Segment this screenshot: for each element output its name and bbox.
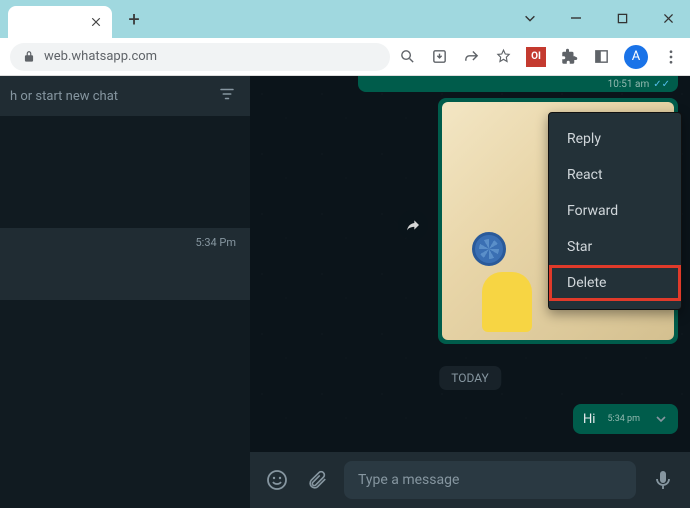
cartoon-illustration — [472, 232, 552, 332]
attach-icon[interactable] — [304, 467, 330, 493]
message-bubble-prev[interactable]: 10:51 am ✓✓ — [358, 76, 678, 92]
message-time: 5:34 pm — [607, 414, 640, 424]
message-input[interactable]: Type a message — [344, 461, 636, 499]
emoji-icon[interactable] — [264, 467, 290, 493]
extension-badge[interactable]: OI — [526, 47, 546, 67]
search-icon[interactable] — [398, 48, 416, 66]
ctx-delete[interactable]: Delete — [549, 265, 681, 301]
chevron-down-icon[interactable] — [652, 410, 670, 428]
chat-item-time: 5:34 Pm — [195, 236, 236, 249]
ctx-reply[interactable]: Reply — [549, 121, 681, 157]
close-window-button[interactable] — [654, 4, 682, 32]
extensions-icon[interactable] — [560, 48, 578, 66]
ctx-forward[interactable]: Forward — [549, 193, 681, 229]
close-icon[interactable] — [88, 14, 104, 30]
reader-icon[interactable] — [592, 48, 610, 66]
ctx-react[interactable]: React — [549, 157, 681, 193]
message-context-menu: Reply React Forward Star Delete — [548, 112, 682, 310]
kebab-menu-icon[interactable] — [662, 48, 680, 66]
browser-toolbar: web.whatsapp.com OI A — [0, 38, 690, 76]
chat-scroll[interactable]: 10:51 am ✓✓ TODAY Hi 5:34 pm — [250, 76, 690, 452]
window-controls — [516, 4, 682, 32]
browser-tab[interactable] — [8, 6, 112, 38]
chat-list-item[interactable]: 5:34 Pm — [0, 228, 250, 300]
browser-tab-strip: + — [0, 0, 690, 38]
profile-avatar[interactable]: A — [624, 45, 648, 69]
address-bar[interactable]: web.whatsapp.com — [10, 43, 390, 71]
forward-icon[interactable] — [398, 210, 428, 240]
search-input[interactable]: h or start new chat — [10, 89, 218, 104]
lock-icon — [22, 50, 36, 64]
message-time: 10:51 am — [608, 79, 650, 90]
date-separator: TODAY — [439, 366, 501, 390]
message-text: Hi — [583, 412, 595, 427]
message-composer: Type a message — [250, 452, 690, 508]
address-text: web.whatsapp.com — [44, 49, 157, 64]
minimize-button[interactable] — [562, 4, 590, 32]
new-tab-button[interactable]: + — [120, 5, 148, 33]
install-icon[interactable] — [430, 48, 448, 66]
message-bubble-hi[interactable]: Hi 5:34 pm — [573, 404, 678, 434]
chevron-down-icon[interactable] — [516, 4, 544, 32]
read-ticks-icon: ✓✓ — [653, 79, 670, 90]
filter-icon[interactable] — [218, 85, 240, 107]
message-input-placeholder: Type a message — [358, 472, 459, 488]
share-icon[interactable] — [462, 48, 480, 66]
chat-sidebar: h or start new chat 5:34 Pm — [0, 76, 250, 508]
chat-main: 10:51 am ✓✓ TODAY Hi 5:34 pm — [250, 76, 690, 508]
mic-icon[interactable] — [650, 467, 676, 493]
toolbar-actions: OI A — [398, 45, 680, 69]
whatsapp-app: h or start new chat 5:34 Pm 10:51 am ✓✓ — [0, 76, 690, 508]
ctx-star[interactable]: Star — [549, 229, 681, 265]
search-row: h or start new chat — [0, 76, 250, 116]
star-icon[interactable] — [494, 48, 512, 66]
maximize-button[interactable] — [608, 4, 636, 32]
